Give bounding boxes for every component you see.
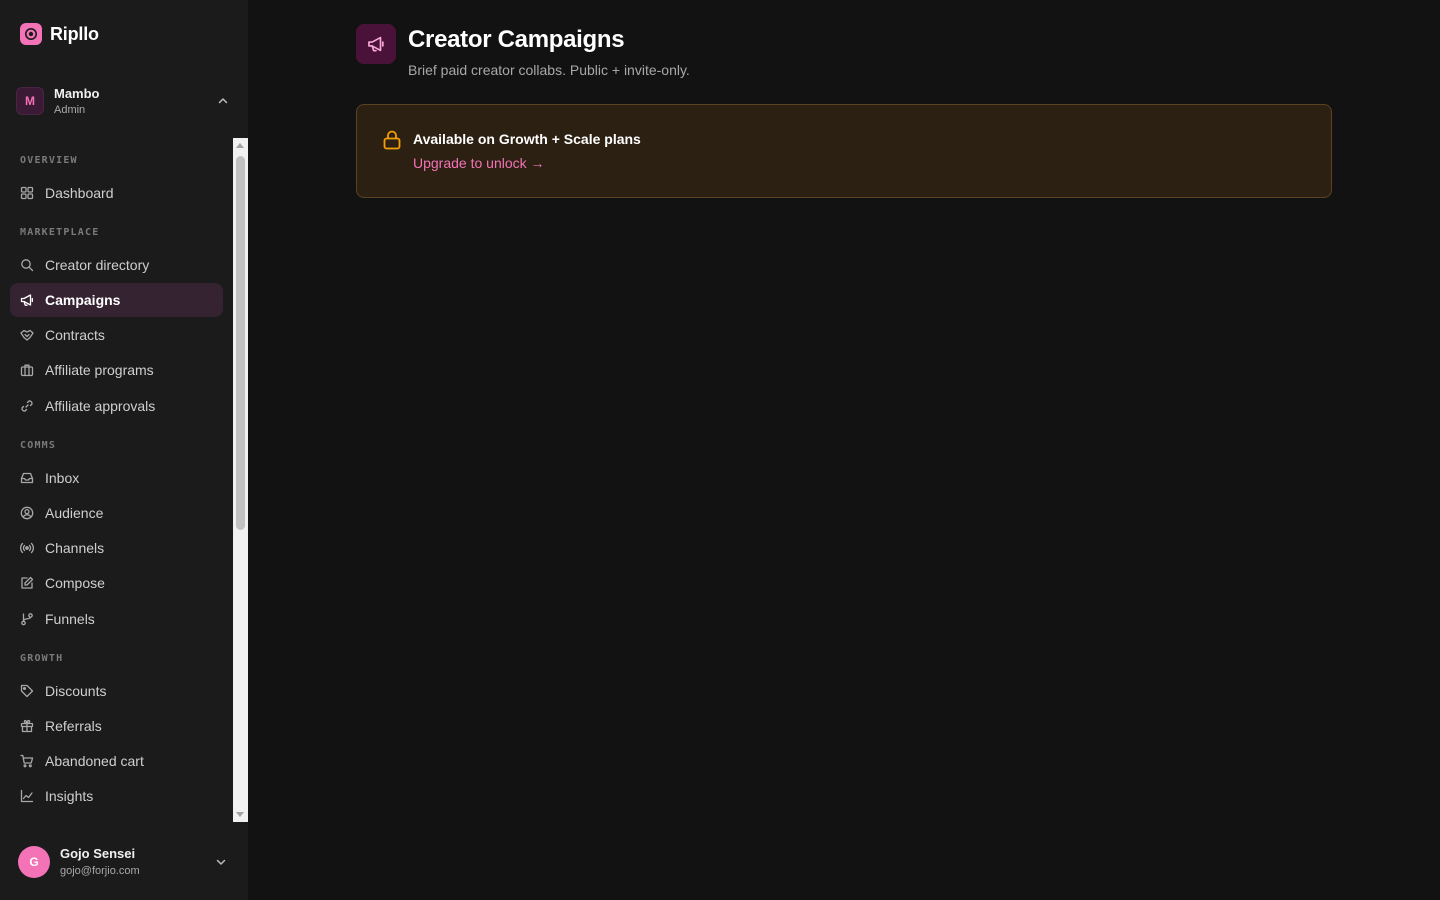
search-icon xyxy=(21,259,34,272)
sidebar-item-creator-directory[interactable]: Creator directory xyxy=(10,248,223,282)
sidebar-nav[interactable]: OVERVIEW Dashboard MARKETPLACE Creator d… xyxy=(0,138,248,822)
user-name: Gojo Sensei xyxy=(60,846,136,861)
grid-icon xyxy=(20,186,34,200)
sidebar-scrollbar[interactable] xyxy=(233,138,248,822)
scrollbar-thumb[interactable] xyxy=(236,156,245,530)
section-label-comms: COMMS xyxy=(20,440,57,451)
brand-logo-icon xyxy=(20,23,42,45)
page-icon-badge xyxy=(356,24,396,64)
sidebar-item-compose[interactable]: Compose xyxy=(10,566,223,600)
avatar: G xyxy=(18,846,50,878)
workspace-avatar: M xyxy=(16,87,44,115)
cart-icon xyxy=(20,754,34,768)
brand[interactable]: Ripllo xyxy=(20,22,99,46)
section-label-growth: GROWTH xyxy=(20,653,64,664)
section-label-marketplace: MARKETPLACE xyxy=(20,227,100,238)
broadcast-icon xyxy=(20,542,34,554)
upgrade-link[interactable]: Upgrade to unlock → xyxy=(413,154,545,172)
sidebar-item-label: Discounts xyxy=(45,683,107,699)
sidebar-item-label: Audience xyxy=(45,505,104,521)
section-label-overview: OVERVIEW xyxy=(20,155,78,166)
sidebar-item-abandoned-cart[interactable]: Abandoned cart xyxy=(10,744,223,778)
edit-icon xyxy=(21,576,34,589)
sidebar-item-label: Dashboard xyxy=(45,185,114,201)
sidebar-item-label: Insights xyxy=(45,788,94,804)
workspace-name: Mambo xyxy=(54,85,100,101)
workspace-role: Admin xyxy=(54,103,86,116)
link-icon xyxy=(21,400,33,412)
scroll-down-arrow[interactable] xyxy=(236,812,244,817)
sidebar-item-label: Inbox xyxy=(45,470,80,486)
sidebar-item-label: Funnels xyxy=(45,611,95,627)
page-title: Creator Campaigns xyxy=(408,26,625,53)
megaphone-icon xyxy=(368,36,384,52)
lock-icon xyxy=(383,130,401,150)
sidebar-item-label: Compose xyxy=(45,575,105,591)
sidebar-item-label: Affiliate programs xyxy=(45,362,154,378)
megaphone-icon xyxy=(20,294,33,306)
sidebar-item-label: Affiliate approvals xyxy=(45,398,156,414)
line-chart-icon xyxy=(20,789,34,803)
sidebar-item-audience[interactable]: Audience xyxy=(10,496,223,530)
sidebar: Ripllo M Mambo Admin OVERVIEW Dashboard … xyxy=(0,0,248,900)
sidebar-item-label: Referrals xyxy=(45,718,102,734)
inbox-icon xyxy=(20,472,34,484)
sidebar-item-affiliate-programs[interactable]: Affiliate programs xyxy=(10,353,223,387)
chevron-down-icon xyxy=(216,859,226,865)
lock-notice-title: Available on Growth + Scale plans xyxy=(413,131,641,147)
sidebar-item-label: Channels xyxy=(45,540,105,556)
sidebar-item-channels[interactable]: Channels xyxy=(10,531,223,565)
user-email: gojo@forjio.com xyxy=(60,865,140,877)
workspace-switcher[interactable]: M Mambo Admin xyxy=(10,78,238,124)
sidebar-item-contracts[interactable]: Contracts xyxy=(10,318,223,352)
scroll-up-arrow[interactable] xyxy=(236,143,244,148)
sidebar-item-dashboard[interactable]: Dashboard xyxy=(10,176,223,210)
sidebar-item-label: Contracts xyxy=(45,327,105,343)
sidebar-item-label: Creator directory xyxy=(45,257,150,273)
chevron-up-icon xyxy=(218,98,228,104)
user-circle-icon xyxy=(20,506,34,520)
sidebar-item-campaigns[interactable]: Campaigns xyxy=(10,283,223,317)
tag-icon xyxy=(20,684,34,698)
sidebar-item-discounts[interactable]: Discounts xyxy=(10,674,223,708)
sidebar-item-inbox[interactable]: Inbox xyxy=(10,461,223,495)
sidebar-item-funnels[interactable]: Funnels xyxy=(10,602,223,636)
page-subtitle: Brief paid creator collabs. Public + inv… xyxy=(408,62,690,78)
brand-name: Ripllo xyxy=(50,23,99,44)
briefcase-icon xyxy=(20,364,34,377)
sidebar-item-referrals[interactable]: Referrals xyxy=(10,709,223,743)
git-branch-icon xyxy=(21,613,33,626)
sidebar-item-label: Abandoned cart xyxy=(45,753,144,769)
sidebar-item-label: Campaigns xyxy=(45,292,121,308)
sidebar-item-insights[interactable]: Insights xyxy=(10,779,223,813)
plan-lock-notice: Available on Growth + Scale plans Upgrad… xyxy=(356,104,1332,198)
handshake-icon xyxy=(20,329,34,341)
user-menu[interactable]: G Gojo Sensei gojo@forjio.com xyxy=(10,838,238,886)
gift-icon xyxy=(20,719,34,733)
sidebar-item-affiliate-approvals[interactable]: Affiliate approvals xyxy=(10,389,223,423)
